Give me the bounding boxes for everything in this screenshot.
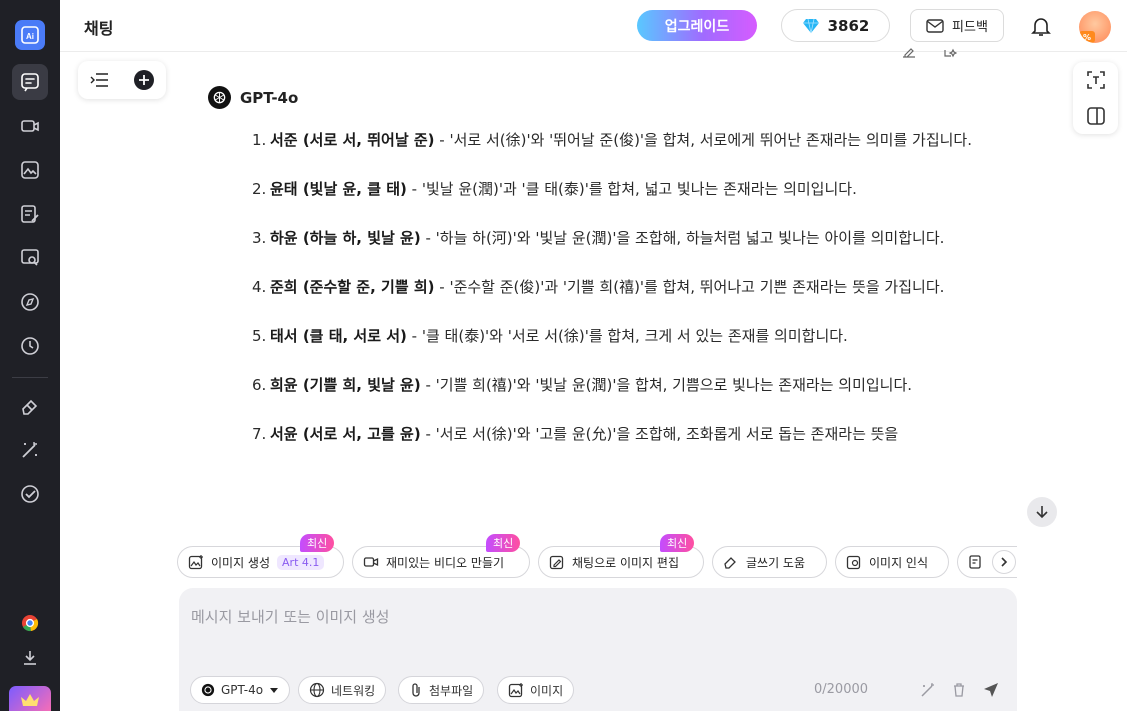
rail-search-chat-button[interactable] xyxy=(12,240,48,276)
history-icon xyxy=(21,337,39,355)
rail-video-button[interactable] xyxy=(12,108,48,144)
chips-next-button[interactable] xyxy=(992,550,1016,574)
list-item: 4. 준희 (준수할 준, 기쁠 희) - '준수할 준(俊)'과 '기쁠 희(禧… xyxy=(252,278,945,296)
clear-button[interactable] xyxy=(950,681,968,699)
chevron-right-icon xyxy=(1001,557,1008,567)
list-item: 6. 희윤 (기쁠 희, 빛날 윤) - '기쁠 희(禧)'와 '빛날 윤(潤)'… xyxy=(252,376,913,394)
list-item: 5. 태서 (클 태, 서로 서) - '클 태(泰)'와 '서로 서(徐)'를 … xyxy=(252,327,848,345)
right-toolbar xyxy=(1073,62,1118,134)
list-item: 3. 하윤 (하늘 하, 빛날 윤) - '하늘 하(河)'와 '빛날 윤(潤)'… xyxy=(252,229,945,247)
rail-write-button[interactable] xyxy=(12,196,48,232)
rail-chat-button[interactable] xyxy=(12,64,48,100)
new-badge: 최신 xyxy=(660,534,695,552)
notification-button[interactable] xyxy=(1029,14,1053,38)
openai-logo-icon xyxy=(201,683,215,697)
avatar-discount-badge: % xyxy=(1079,31,1095,43)
image-plus-icon xyxy=(188,555,203,570)
magic-wand-icon xyxy=(22,442,37,458)
app-logo[interactable]: Ai xyxy=(15,20,45,50)
video-icon xyxy=(363,557,379,567)
edit-icon[interactable] xyxy=(902,48,916,58)
credits-count: 3862 xyxy=(827,16,870,35)
list-item: 1. 서준 (서로 서, 뛰어날 준) - '서로 서(徐)'와 '뛰어날 준(俊… xyxy=(252,131,973,149)
image-scan-icon xyxy=(846,555,861,570)
rail-divider xyxy=(12,377,48,378)
video-icon xyxy=(21,120,39,132)
assistant-message: 1. 서준 (서로 서, 뛰어날 준) - '서로 서(徐)'와 '뛰어날 준(俊… xyxy=(252,126,992,524)
mail-icon xyxy=(926,18,944,33)
image-plus-icon xyxy=(508,683,523,698)
chip-image-recognition[interactable]: 이미지 인식 xyxy=(835,546,949,578)
ai-logo-icon: Ai xyxy=(21,26,39,44)
check-circle-icon xyxy=(21,485,39,503)
diamond-icon xyxy=(802,18,819,33)
compass-icon xyxy=(21,293,39,311)
plus-icon xyxy=(139,75,149,85)
write-icon xyxy=(21,205,39,223)
eraser-icon xyxy=(22,399,38,415)
rail-history-button[interactable] xyxy=(12,328,48,364)
send-button[interactable] xyxy=(982,681,1000,699)
arrow-down-icon xyxy=(1036,506,1048,519)
rail-image-button[interactable] xyxy=(12,152,48,188)
enhance-prompt-button[interactable] xyxy=(919,681,937,699)
chat-icon xyxy=(21,73,39,92)
document-edit-icon xyxy=(969,555,981,569)
new-chat-button[interactable] xyxy=(134,70,154,90)
trash-icon xyxy=(954,683,964,697)
new-badge: 최신 xyxy=(486,534,521,552)
download-icon xyxy=(24,651,36,665)
feedback-button[interactable]: 피드백 xyxy=(910,9,1004,42)
text-scan-icon[interactable] xyxy=(1085,69,1107,91)
networking-toggle[interactable]: 네트워킹 xyxy=(298,676,387,704)
chip-writing-help[interactable]: 글쓰기 도움 xyxy=(712,546,827,578)
user-avatar[interactable]: % xyxy=(1079,11,1111,43)
search-chat-icon xyxy=(21,249,39,266)
character-counter: 0/20000 xyxy=(814,682,869,697)
sparkle-icon[interactable] xyxy=(943,48,957,58)
rail-chrome-button[interactable] xyxy=(12,605,48,641)
magic-wand-icon xyxy=(921,683,934,697)
send-icon xyxy=(984,683,998,697)
image-icon xyxy=(21,161,39,179)
svg-text:Ai: Ai xyxy=(26,32,34,41)
rail-eraser-button[interactable] xyxy=(12,388,48,424)
content-fade xyxy=(240,500,1020,530)
chrome-icon xyxy=(22,615,39,632)
split-panel-icon[interactable] xyxy=(1085,105,1107,127)
message-input[interactable]: 메시지 보내기 또는 이미지 생성 xyxy=(191,606,389,627)
page-title: 채팅 xyxy=(84,19,114,38)
crown-icon xyxy=(21,694,39,706)
rail-promo-button[interactable] xyxy=(9,686,51,711)
openai-logo-icon xyxy=(208,86,231,109)
rail-check-button[interactable] xyxy=(12,476,48,512)
image-edit-icon xyxy=(549,555,564,570)
bell-icon xyxy=(1031,18,1051,36)
left-rail: Ai xyxy=(0,0,60,711)
message-composer[interactable]: 메시지 보내기 또는 이미지 생성 GPT-4o 네트워킹 첨부파일 이미지 0… xyxy=(179,588,1017,711)
feedback-label: 피드백 xyxy=(952,20,988,35)
top-header: 채팅 업그레이드 3862 피드백 % xyxy=(60,0,1127,52)
attach-file-button[interactable]: 첨부파일 xyxy=(398,676,485,704)
list-item: 2. 윤태 (빛날 윤, 클 태) - '빛날 윤(潤)'과 '클 태(泰)'를 … xyxy=(252,180,857,198)
list-item: 7. 서윤 (서로 서, 고를 윤) - '서로 서(徐)'와 '고를 윤(允)'… xyxy=(252,425,899,443)
new-badge: 최신 xyxy=(300,534,335,552)
upgrade-button[interactable]: 업그레이드 xyxy=(637,10,757,41)
globe-icon xyxy=(309,682,325,698)
assistant-header: GPT-4o xyxy=(208,86,298,109)
model-selector[interactable]: GPT-4o xyxy=(190,676,291,704)
attach-image-button[interactable]: 이미지 xyxy=(497,676,575,704)
conversation-toolbar xyxy=(78,61,166,99)
caret-down-icon xyxy=(270,688,279,693)
credits-button[interactable]: 3862 xyxy=(781,9,890,42)
rail-magic-button[interactable] xyxy=(12,432,48,468)
scroll-down-button[interactable] xyxy=(1027,497,1057,527)
rail-download-button[interactable] xyxy=(12,640,48,676)
art-version-tag: Art 4.1 xyxy=(277,554,325,570)
paperclip-icon xyxy=(412,683,420,697)
sidebar-list-icon[interactable] xyxy=(90,72,110,88)
assistant-model-name: GPT-4o xyxy=(240,88,299,107)
rail-explore-button[interactable] xyxy=(12,284,48,320)
eraser-icon xyxy=(724,557,736,569)
